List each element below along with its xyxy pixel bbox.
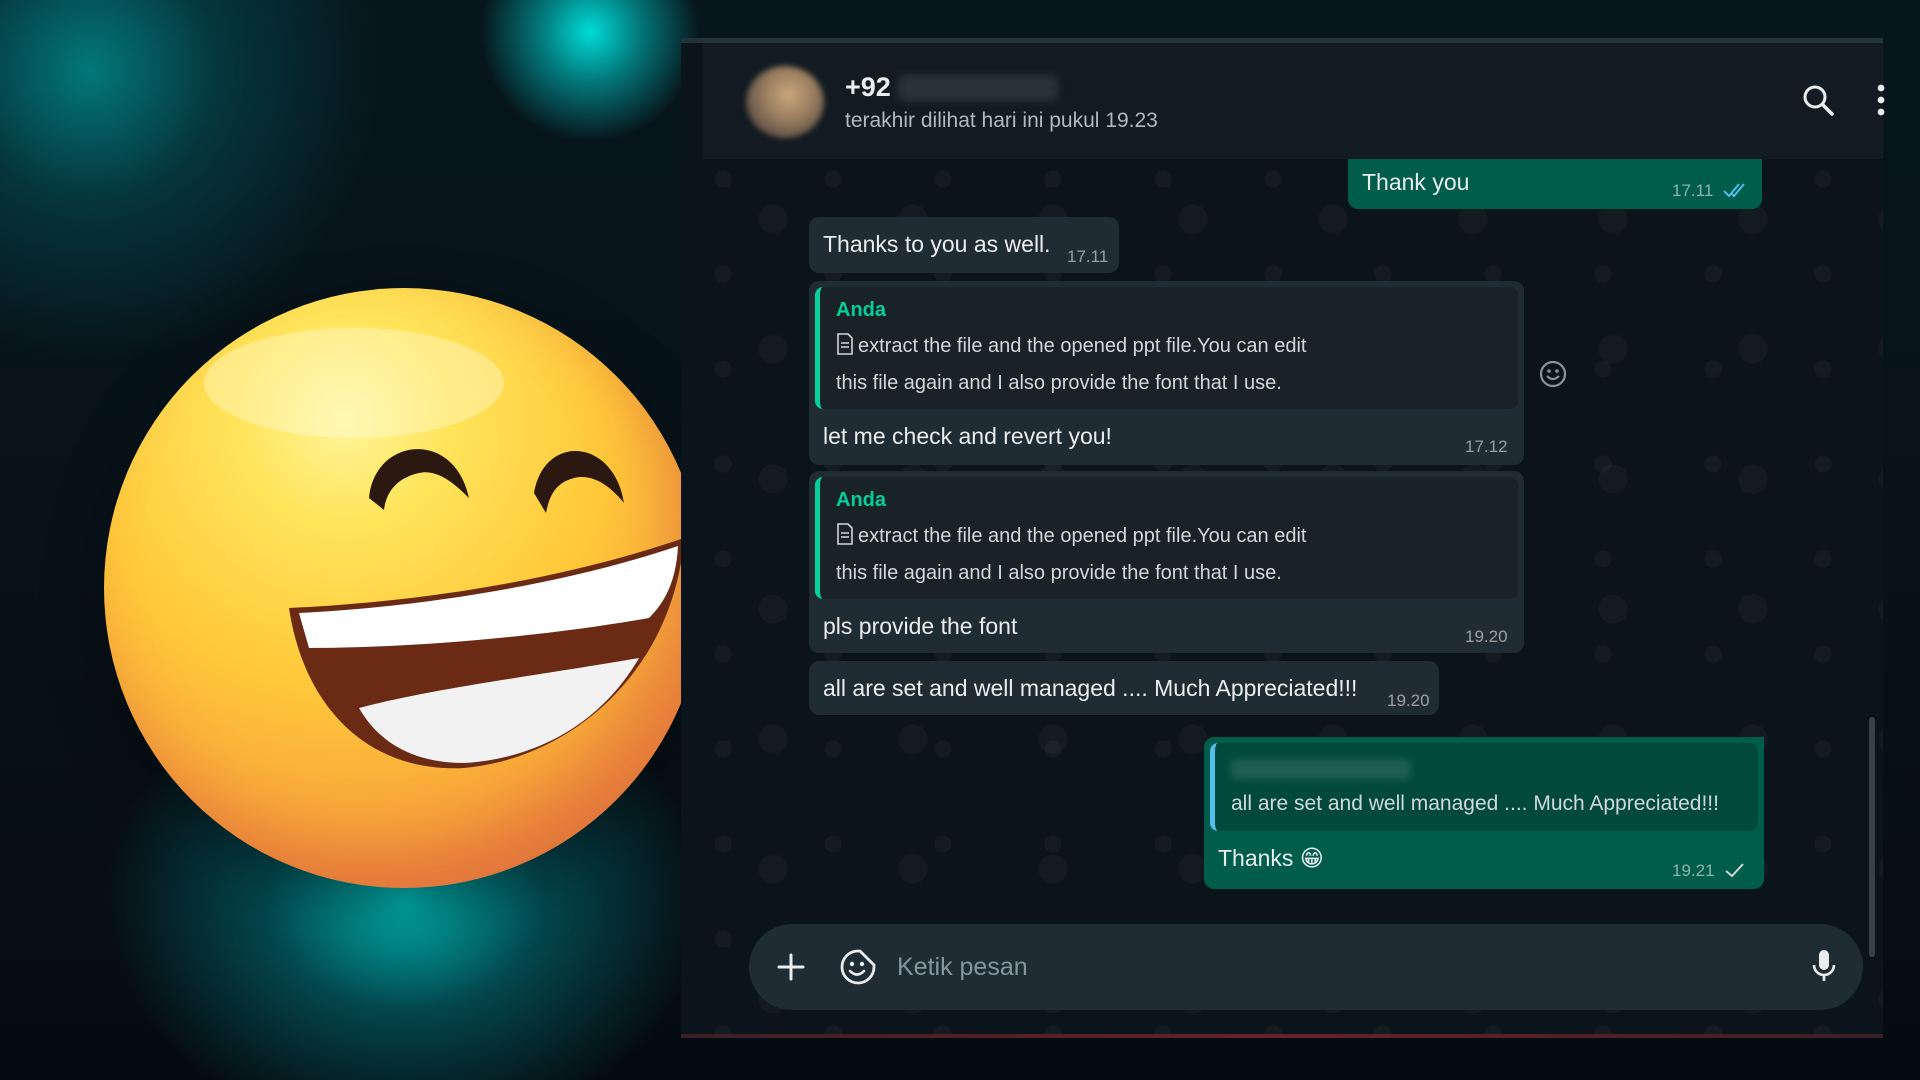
quoted-message[interactable]: Anda extract the file and the opened ppt… xyxy=(815,477,1518,599)
message-text: pls provide the font xyxy=(823,613,1018,639)
quote-author: Anda xyxy=(836,489,886,511)
quoted-message[interactable]: all are set and well managed .... Much A… xyxy=(1210,743,1758,831)
chat-window: +92 terakhir dilihat hari ini pukul 19.2… xyxy=(681,38,1885,1038)
document-icon xyxy=(836,522,854,556)
message-bubble-outgoing[interactable]: Thank you 17.11 xyxy=(1348,159,1762,209)
message-composer xyxy=(749,924,1863,1010)
quote-text: extract the file and the opened ppt file… xyxy=(836,329,1306,400)
quoted-message[interactable]: Anda extract the file and the opened ppt… xyxy=(815,287,1518,409)
message-text: Thanks 😁 xyxy=(1218,845,1324,871)
message-bubble-outgoing-reply[interactable]: all are set and well managed .... Much A… xyxy=(1204,737,1764,889)
double-check-read-icon xyxy=(1723,183,1745,198)
message-bubble-incoming[interactable]: Thanks to you as well. 17.11 xyxy=(809,217,1119,273)
document-icon xyxy=(836,332,854,366)
scrollbar[interactable] xyxy=(1869,717,1875,957)
message-time: 17.11 xyxy=(1672,181,1714,200)
react-emoji-icon[interactable] xyxy=(1538,359,1568,394)
quote-line: this file again and I also provide the f… xyxy=(836,372,1282,394)
avatar[interactable] xyxy=(746,66,824,138)
quote-author: Anda xyxy=(836,299,886,321)
message-input[interactable] xyxy=(895,944,1769,990)
message-bubble-incoming-reply[interactable]: Anda extract the file and the opened ppt… xyxy=(809,471,1524,653)
quote-line: this file again and I also provide the f… xyxy=(836,562,1282,584)
message-time: 19.20 xyxy=(1387,691,1430,710)
more-vertical-icon[interactable] xyxy=(1875,83,1887,122)
redacted-name xyxy=(898,75,1058,101)
message-list[interactable]: Thank you 17.11 Thanks to you as well. 1… xyxy=(703,159,1883,1034)
single-check-sent-icon xyxy=(1725,863,1744,878)
contact-name[interactable]: +92 xyxy=(845,72,891,103)
redacted-quote-author xyxy=(1231,759,1411,779)
message-bubble-incoming-reply[interactable]: Anda extract the file and the opened ppt… xyxy=(809,281,1524,465)
message-time: 19.21 xyxy=(1672,861,1715,880)
search-icon[interactable] xyxy=(1801,83,1835,122)
message-time: 17.12 xyxy=(1465,437,1508,456)
grinning-face-emoji-icon xyxy=(104,288,704,888)
message-text: all are set and well managed .... Much A… xyxy=(823,675,1358,701)
quote-text: all are set and well managed .... Much A… xyxy=(1231,792,1719,815)
quote-line: extract the file and the opened ppt file… xyxy=(858,525,1307,547)
sticker-icon[interactable] xyxy=(839,948,877,991)
plus-icon[interactable] xyxy=(776,952,806,987)
quote-text: extract the file and the opened ppt file… xyxy=(836,519,1306,590)
chat-header: +92 terakhir dilihat hari ini pukul 19.2… xyxy=(703,43,1885,159)
microphone-icon[interactable] xyxy=(1811,948,1837,989)
stage: +92 terakhir dilihat hari ini pukul 19.2… xyxy=(0,0,1920,1080)
message-bubble-incoming[interactable]: all are set and well managed .... Much A… xyxy=(809,661,1439,715)
message-text: Thanks to you as well. xyxy=(823,231,1051,257)
message-time: 17.11 xyxy=(1067,247,1109,266)
message-text: let me check and revert you! xyxy=(823,423,1112,449)
message-time: 19.20 xyxy=(1465,627,1508,646)
last-seen-status: terakhir dilihat hari ini pukul 19.23 xyxy=(845,109,1158,132)
message-text: Thank you xyxy=(1362,169,1470,195)
quote-line: extract the file and the opened ppt file… xyxy=(858,335,1307,357)
